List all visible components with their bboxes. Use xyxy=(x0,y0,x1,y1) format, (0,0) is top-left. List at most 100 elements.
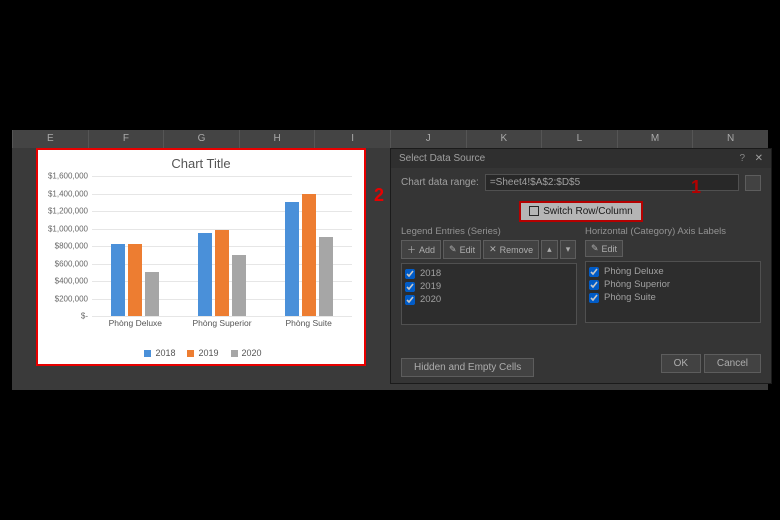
callout-2: 2 xyxy=(374,185,384,206)
dialog-title-text: Select Data Source xyxy=(399,153,485,164)
legend-swatch xyxy=(187,350,194,357)
column-header[interactable]: J xyxy=(390,130,466,148)
legend-item[interactable]: 2020 xyxy=(227,348,262,358)
switch-icon xyxy=(529,206,539,216)
column-header[interactable]: M xyxy=(617,130,693,148)
axis-checkbox[interactable] xyxy=(589,280,599,290)
series-item-label: 2020 xyxy=(420,294,441,305)
bar-2019[interactable] xyxy=(215,230,229,316)
axis-labels-header: Horizontal (Category) Axis Labels xyxy=(585,226,761,237)
bar-group xyxy=(179,176,266,316)
bar-2019[interactable] xyxy=(302,194,316,317)
bar-2019[interactable] xyxy=(128,244,142,316)
column-header[interactable]: L xyxy=(541,130,617,148)
y-axis-ticks: $1,600,000$1,400,000$1,200,000$1,000,000… xyxy=(38,176,92,316)
embedded-chart[interactable]: Chart Title $1,600,000 $1,400,000 $1,200,0… xyxy=(36,148,366,366)
series-checkbox[interactable] xyxy=(405,282,415,292)
y-tick-label: $1,200,000 xyxy=(38,207,88,216)
axis-checklist: Phòng Deluxe Phòng Superior Phòng Suite xyxy=(585,261,761,323)
legend-entries-header: Legend Entries (Series) xyxy=(401,226,577,237)
select-data-source-dialog: Select Data Source ? ✕ Chart data range:… xyxy=(390,148,772,384)
ok-button[interactable]: OK xyxy=(661,354,701,373)
bar-2018[interactable] xyxy=(111,244,125,316)
axis-item[interactable]: Phòng Deluxe xyxy=(589,265,757,278)
y-tick-label: $600,000 xyxy=(38,259,88,268)
y-tick-label: $1,400,000 xyxy=(38,189,88,198)
chart-title: Chart Title xyxy=(38,150,364,171)
bar-2020[interactable] xyxy=(319,237,333,316)
series-item[interactable]: 2020 xyxy=(405,293,573,306)
axis-edit-button[interactable]: ✎Edit xyxy=(585,240,623,257)
series-down-button[interactable]: ▾ xyxy=(560,240,577,259)
plot-area xyxy=(92,176,352,316)
series-checkbox[interactable] xyxy=(405,295,415,305)
gridline xyxy=(92,316,352,317)
column-header[interactable]: I xyxy=(314,130,390,148)
edit-icon: ✎ xyxy=(591,243,599,254)
column-header[interactable]: N xyxy=(692,130,768,148)
axis-item-label: Phòng Deluxe xyxy=(604,266,664,277)
axis-checkbox[interactable] xyxy=(589,293,599,303)
add-icon: ＋ xyxy=(407,243,416,256)
series-checkbox[interactable] xyxy=(405,269,415,279)
y-tick-label: $400,000 xyxy=(38,277,88,286)
cancel-button[interactable]: Cancel xyxy=(704,354,761,373)
x-tick-label: Phòng Superior xyxy=(179,318,266,328)
dialog-titlebar: Select Data Source ? ✕ xyxy=(391,149,771,168)
legend-swatch xyxy=(231,350,238,357)
series-checklist: 2018 2019 2020 xyxy=(401,263,577,325)
help-icon[interactable]: ? xyxy=(739,153,745,164)
axis-item[interactable]: Phòng Superior xyxy=(589,278,757,291)
edit-icon: ✎ xyxy=(449,244,457,255)
remove-icon: ✕ xyxy=(489,244,497,255)
axis-edit-label: Edit xyxy=(602,244,618,254)
switch-row-column-button[interactable]: Switch Row/Column xyxy=(519,201,642,222)
axis-labels-panel: Horizontal (Category) Axis Labels ✎Edit … xyxy=(585,226,761,325)
bar-groups xyxy=(92,176,352,316)
legend-item[interactable]: 2018 xyxy=(140,348,175,358)
legend-item[interactable]: 2019 xyxy=(183,348,218,358)
close-icon[interactable]: ✕ xyxy=(755,153,763,164)
axis-item-label: Phòng Superior xyxy=(604,279,670,290)
remove-label: Remove xyxy=(500,245,534,255)
series-item-label: 2019 xyxy=(420,281,441,292)
chart-range-row: Chart data range: xyxy=(391,168,771,197)
column-header[interactable]: G xyxy=(163,130,239,148)
column-header[interactable]: F xyxy=(88,130,164,148)
series-item-label: 2018 xyxy=(420,268,441,279)
y-tick-label: $- xyxy=(38,312,88,321)
series-remove-button[interactable]: ✕Remove xyxy=(483,240,539,259)
chart-range-label: Chart data range: xyxy=(401,177,479,188)
edit-label: Edit xyxy=(460,245,476,255)
axis-item[interactable]: Phòng Suite xyxy=(589,291,757,304)
chart-legend: 2018 2019 2020 xyxy=(38,348,364,358)
add-label: Add xyxy=(419,245,435,255)
column-header[interactable]: K xyxy=(466,130,542,148)
series-edit-button[interactable]: ✎Edit xyxy=(443,240,481,259)
x-axis-labels: Phòng DeluxePhòng SuperiorPhòng Suite xyxy=(92,318,352,328)
column-header[interactable]: E xyxy=(12,130,88,148)
bar-group xyxy=(92,176,179,316)
range-picker-icon[interactable] xyxy=(745,175,761,191)
series-item[interactable]: 2018 xyxy=(405,267,573,280)
hidden-empty-cells-button[interactable]: Hidden and Empty Cells xyxy=(401,358,534,377)
series-add-button[interactable]: ＋Add xyxy=(401,240,441,259)
axis-checkbox[interactable] xyxy=(589,267,599,277)
bar-2018[interactable] xyxy=(285,202,299,316)
y-tick-label: $1,600,000 xyxy=(38,172,88,181)
axis-item-label: Phòng Suite xyxy=(604,292,656,303)
callout-1: 1 xyxy=(691,177,701,198)
y-tick-label: $800,000 xyxy=(38,242,88,251)
bar-2020[interactable] xyxy=(232,255,246,316)
bar-2018[interactable] xyxy=(198,233,212,316)
column-header[interactable]: H xyxy=(239,130,315,148)
series-up-button[interactable]: ▴ xyxy=(541,240,558,259)
column-headers: EFGHIJKLMN xyxy=(12,130,768,148)
switch-row-column-label: Switch Row/Column xyxy=(543,206,632,217)
series-item[interactable]: 2019 xyxy=(405,280,573,293)
spreadsheet-backdrop: EFGHIJKLMN Chart Title $1,600,000 $1,400,… xyxy=(12,130,768,390)
bar-2020[interactable] xyxy=(145,272,159,316)
y-tick-label: $200,000 xyxy=(38,294,88,303)
bar-group xyxy=(265,176,352,316)
legend-entries-panel: Legend Entries (Series) ＋Add ✎Edit ✕Remo… xyxy=(401,226,577,325)
